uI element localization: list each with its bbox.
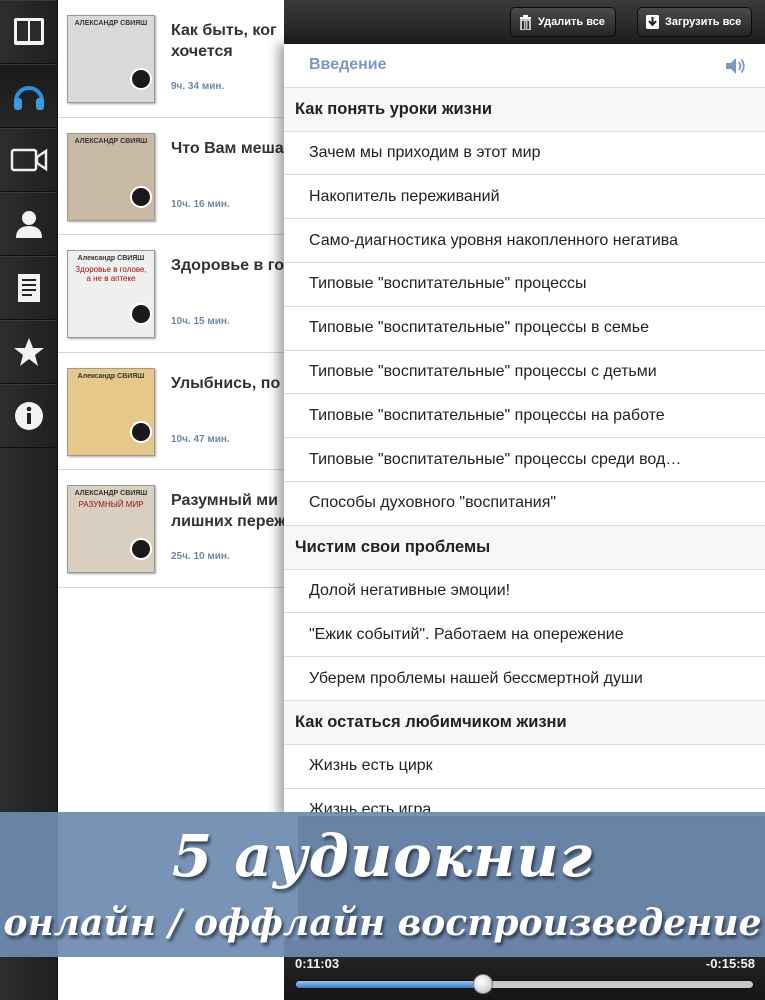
book-duration: 9ч. 34 мин.	[171, 81, 225, 92]
sidebar-item-audiobooks[interactable]	[0, 64, 57, 128]
chapter-item[interactable]: "Ежик событий". Работаем на опережение	[284, 613, 765, 658]
chapter-item[interactable]: Зачем мы приходим в этот мир	[284, 132, 765, 176]
chapter-item[interactable]: Типовые "воспитательные" процессы с деть…	[284, 351, 765, 395]
chapter-label: Типовые "воспитательные" процессы в семь…	[309, 319, 650, 337]
chapter-item[interactable]: Долой негативные эмоции!	[284, 570, 765, 614]
chapter-section-header: Как остаться любимчиком жизни	[284, 700, 765, 745]
cover-author: Александр СВИЯШ	[77, 255, 145, 262]
book-row[interactable]: АЛЕКСАНДР СВИЯШ Как быть, ког хочется 9ч. …	[58, 0, 298, 118]
book-title: Разумный ми лишних переж	[171, 492, 286, 530]
download-all-label: Загрузить все	[665, 16, 742, 28]
remaining-time: -0:15:58	[705, 956, 755, 971]
chapter-label: Как остаться любимчиком жизни	[295, 712, 567, 731]
sidebar-item-library[interactable]	[0, 0, 57, 64]
chapter-item[interactable]: Жизнь есть цирк	[284, 745, 765, 789]
sidebar-item-articles[interactable]	[0, 256, 57, 320]
chapter-label: Как понять уроки жизни	[295, 99, 492, 118]
chapter-item[interactable]: Типовые "воспитательные" процессы в семь…	[284, 307, 765, 351]
chapter-item[interactable]: Способы духовного "воспитания"	[284, 482, 765, 526]
book-row[interactable]: АЛЕКСАНДР СВИЯШ РАЗУМНЫЙ МИР Разумный ми л…	[58, 470, 298, 588]
headphones-icon	[13, 86, 44, 110]
sidebar-item-favorites[interactable]	[0, 320, 57, 384]
chapter-label: Долой негативные эмоции!	[309, 581, 511, 599]
chapter-label: Типовые "воспитательные" процессы на раб…	[309, 406, 665, 424]
audio-badge-icon	[130, 538, 152, 560]
progress-fill	[296, 981, 484, 988]
speaker-icon	[726, 58, 745, 74]
progress-track[interactable]	[295, 980, 754, 989]
book-cover: АЛЕКСАНДР СВИЯШ РАЗУМНЫЙ МИР	[67, 485, 155, 573]
download-all-button[interactable]: Загрузить все	[637, 7, 753, 37]
info-icon	[14, 402, 43, 430]
person-icon	[15, 211, 42, 238]
chapter-section-header: Чистим свои проблемы	[284, 525, 765, 570]
chapter-intro-item[interactable]: Введение	[284, 44, 765, 88]
sidebar-item-video[interactable]	[0, 128, 57, 192]
book-title: Как быть, ког хочется	[171, 22, 277, 60]
elapsed-time: 0:11:03	[295, 956, 340, 971]
book-cover: АЛЕКСАНДР СВИЯШ	[67, 15, 155, 103]
chapter-item[interactable]: Типовые "воспитательные" процессы среди …	[284, 438, 765, 482]
book-icon	[13, 18, 44, 45]
delete-all-button[interactable]: Удалить все	[510, 7, 616, 37]
download-icon	[646, 15, 659, 29]
trash-icon	[520, 14, 531, 30]
star-icon	[13, 338, 44, 366]
chapter-label: "Ежик событий". Работаем на опережение	[309, 625, 624, 643]
cover-title: Здоровье в голове, а не в аптеке	[75, 265, 147, 283]
chapter-label: Накопитель переживаний	[309, 187, 500, 205]
chapter-label: Уберем проблемы нашей бессмертной души	[309, 669, 643, 687]
chapter-section-header: Как понять уроки жизни	[284, 87, 765, 132]
chapter-item[interactable]: Накопитель переживаний	[284, 175, 765, 220]
book-cover: Александр СВИЯШ	[67, 367, 155, 456]
book-duration: 10ч. 16 мин.	[171, 198, 230, 210]
book-duration: 25ч. 10 мин.	[171, 551, 230, 562]
chapter-label: Чистим свои проблемы	[295, 537, 491, 556]
audio-badge-icon	[130, 420, 152, 443]
document-icon	[17, 274, 40, 302]
chapter-label: Зачем мы приходим в этот мир	[309, 143, 541, 161]
book-row[interactable]: Александр СВИЯШ Здоровье в голове, а не в…	[58, 235, 298, 353]
book-cover: АЛЕКСАНДР СВИЯШ	[67, 132, 155, 221]
chapter-label: Жизнь есть цирк	[309, 757, 433, 775]
promo-banner: 5 аудиокниг онлайн / оффлайн воспроизвед…	[0, 812, 765, 957]
cover-author: АЛЕКСАНДР СВИЯШ	[74, 490, 148, 497]
cover-title: РАЗУМНЫЙ МИР	[78, 500, 144, 509]
video-camera-icon	[10, 148, 47, 172]
book-duration: 10ч. 47 мин.	[171, 433, 230, 445]
chapter-list: Введение Как понять уроки жизни Зачем мы п…	[284, 44, 765, 816]
audio-badge-icon	[130, 185, 152, 208]
sidebar-item-profile[interactable]	[0, 192, 57, 256]
toolbar: Удалить все Загрузить все	[284, 0, 765, 44]
chapter-label: Типовые "воспитательные" процессы	[309, 275, 587, 293]
cover-author: АЛЕКСАНДР СВИЯШ	[74, 20, 148, 27]
banner-headline: 5 аудиокниг	[171, 822, 594, 890]
chapter-label: Способы духовного "воспитания"	[309, 494, 557, 512]
chapter-item[interactable]: Типовые "воспитательные" процессы	[284, 263, 765, 307]
chapter-label: Само-диагностика уровня накопленного нег…	[309, 231, 678, 249]
chapter-item[interactable]: Уберем проблемы нашей бессмертной души	[284, 657, 765, 701]
chapter-item[interactable]: Типовые "воспитательные" процессы на раб…	[284, 394, 765, 439]
audio-badge-icon	[130, 303, 152, 325]
cover-author: АЛЕКСАНДР СВИЯШ	[74, 137, 148, 145]
cover-author: Александр СВИЯШ	[77, 372, 145, 380]
chapter-label: Типовые "воспитательные" процессы среди …	[309, 450, 682, 468]
delete-all-label: Удалить все	[538, 16, 605, 28]
sidebar-item-info[interactable]	[0, 384, 57, 448]
book-cover: Александр СВИЯШ Здоровье в голове, а не в…	[67, 250, 155, 338]
book-row[interactable]: Александр СВИЯШ Улыбнись, по 10ч. 47 мин.	[58, 353, 298, 470]
book-title: Здоровье в го	[171, 257, 285, 274]
book-title: Что Вам меша	[171, 139, 284, 157]
book-row[interactable]: АЛЕКСАНДР СВИЯШ Что Вам меша 10ч. 16 мин.	[58, 118, 298, 235]
chapter-label: Типовые "воспитательные" процессы с деть…	[309, 362, 657, 380]
chapter-label: Введение	[309, 56, 387, 74]
book-title: Улыбнись, по	[171, 374, 281, 392]
chapter-item[interactable]: Само-диагностика уровня накопленного нег…	[284, 219, 765, 263]
book-duration: 10ч. 15 мин.	[171, 316, 230, 327]
audio-badge-icon	[130, 68, 152, 90]
banner-subline: онлайн / оффлайн воспроизведение	[3, 902, 762, 944]
progress-knob[interactable]	[473, 974, 494, 994]
